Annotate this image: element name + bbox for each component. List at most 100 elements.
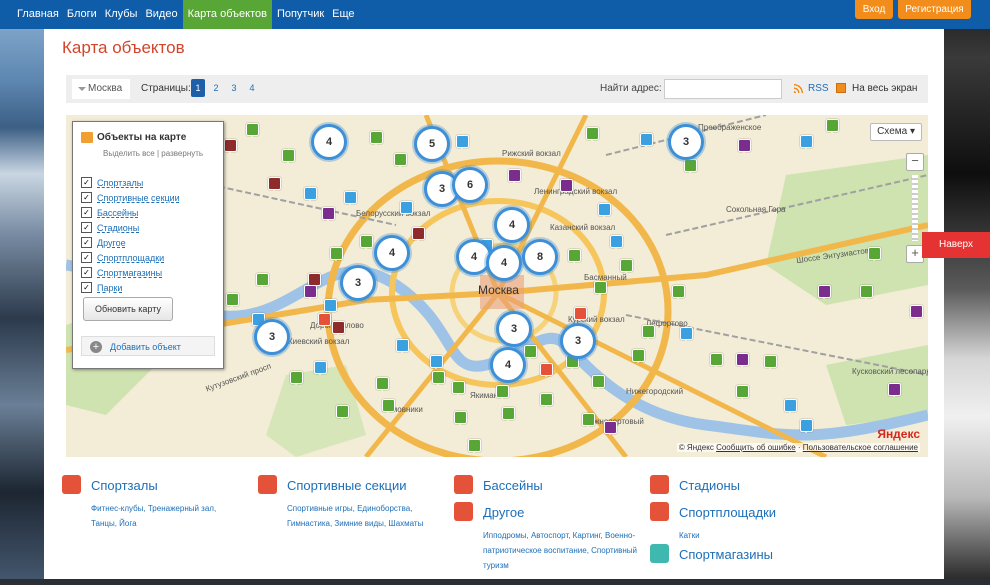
map-marker[interactable] [632,349,645,363]
map-marker[interactable] [282,149,295,163]
map-marker[interactable] [888,383,901,397]
map-marker[interactable] [680,327,693,341]
layer-item-gyms[interactable]: ✓ Спортзалы [81,175,180,190]
map-marker[interactable] [860,285,873,299]
map-marker[interactable] [430,355,443,369]
zoom-slider[interactable] [912,175,918,241]
map-marker[interactable] [304,285,317,299]
map-cluster[interactable]: 4 [374,235,410,271]
map-marker[interactable] [620,259,633,273]
zoom-out-button[interactable]: − [906,153,924,171]
map-marker[interactable] [910,305,923,319]
map-marker[interactable] [610,235,623,249]
layer-item-playgrounds[interactable]: ✓ Спортплощадки [81,250,180,265]
map-marker[interactable] [594,281,607,295]
fullscreen-link[interactable]: На весь экран [836,83,917,94]
map-canvas[interactable]: Кутузовский просп Хамовники Якиманка Леф… [66,115,928,457]
map-marker[interactable] [582,413,595,427]
map-marker[interactable] [454,411,467,425]
map-marker[interactable] [256,273,269,287]
map-marker[interactable] [568,249,581,263]
page-link-3[interactable]: 3 [227,79,241,97]
map-marker[interactable] [400,201,413,215]
map-marker[interactable] [344,191,357,205]
map-marker[interactable] [396,339,409,353]
map-marker[interactable] [456,135,469,149]
map-marker[interactable] [642,325,655,339]
category-title[interactable]: Другое [483,505,524,520]
map-marker[interactable] [304,187,317,201]
map-marker[interactable] [738,139,751,153]
nav-item-clubs[interactable]: Клубы [102,0,141,29]
map-marker[interactable] [324,299,337,313]
checkbox-icon[interactable]: ✓ [81,267,92,278]
map-cluster[interactable]: 3 [496,311,532,347]
map-marker[interactable] [496,385,509,399]
map-marker[interactable] [314,361,327,375]
layer-item-shops[interactable]: ✓ Спортмагазины [81,265,180,280]
checkbox-icon[interactable]: ✓ [81,252,92,263]
checkbox-icon[interactable]: ✓ [81,282,92,293]
category-title[interactable]: Спортзалы [91,478,158,493]
category-desc[interactable]: Катки [679,528,829,543]
city-selector[interactable]: Москва [72,79,131,99]
nav-item-home[interactable]: Главная [14,0,62,29]
update-map-button[interactable]: Обновить карту [83,297,173,321]
map-cluster[interactable]: 3 [254,319,290,355]
layer-item-parks[interactable]: ✓ Парки [81,280,180,295]
find-address-input[interactable] [664,79,782,99]
map-marker[interactable] [736,353,749,367]
map-marker[interactable] [800,419,813,433]
register-button[interactable]: Регистрация [898,0,971,19]
category-title[interactable]: Стадионы [679,478,740,493]
category-desc[interactable]: Спортивные игры, Единоборства, Гимнастик… [287,501,437,531]
map-marker[interactable] [268,177,281,191]
category-title[interactable]: Бассейны [483,478,543,493]
map-marker[interactable] [376,377,389,391]
checkbox-icon[interactable]: ✓ [81,177,92,188]
map-marker[interactable] [502,407,515,421]
map-marker[interactable] [524,345,537,359]
map-marker[interactable] [330,247,343,261]
map-marker[interactable] [508,169,521,183]
map-cluster[interactable]: 4 [494,207,530,243]
page-link-4[interactable]: 4 [245,79,259,97]
page-link-1[interactable]: 1 [191,79,205,97]
map-marker[interactable] [800,135,813,149]
map-cluster[interactable]: 6 [452,167,488,203]
map-marker[interactable] [336,405,349,419]
layer-item-stadiums[interactable]: ✓ Стадионы [81,220,180,235]
layer-item-pools[interactable]: ✓ Бассейны [81,205,180,220]
add-object-button[interactable]: Добавить объект [81,336,215,356]
checkbox-icon[interactable]: ✓ [81,222,92,233]
map-marker[interactable] [560,179,573,193]
map-marker[interactable] [818,285,831,299]
map-cluster[interactable]: 4 [490,347,526,383]
map-marker[interactable] [412,227,425,241]
map-marker[interactable] [604,421,617,435]
map-cluster[interactable]: 3 [340,265,376,301]
layer-item-other[interactable]: ✓ Другое [81,235,180,250]
map-marker[interactable] [764,355,777,369]
map-cluster[interactable]: 4 [311,124,347,160]
map-marker[interactable] [598,203,611,217]
category-desc[interactable]: Ипподромы, Автоспорт, Картинг, Военно-па… [483,528,653,573]
map-marker[interactable] [868,247,881,261]
map-marker[interactable] [586,127,599,141]
nav-item-companion[interactable]: Попутчик [274,0,327,29]
checkbox-icon[interactable]: ✓ [81,237,92,248]
map-marker[interactable] [226,293,239,307]
map-marker[interactable] [370,131,383,145]
map-marker[interactable] [224,139,237,153]
nav-item-video[interactable]: Видео [142,0,180,29]
map-marker[interactable] [684,159,697,173]
map-cluster[interactable]: 5 [414,126,450,162]
map-marker[interactable] [672,285,685,299]
map-cluster[interactable]: 8 [522,239,558,275]
map-marker[interactable] [574,307,587,321]
map-marker[interactable] [382,399,395,413]
map-marker[interactable] [592,375,605,389]
map-marker[interactable] [710,353,723,367]
map-marker[interactable] [360,235,373,249]
category-title[interactable]: Спортмагазины [679,547,773,562]
